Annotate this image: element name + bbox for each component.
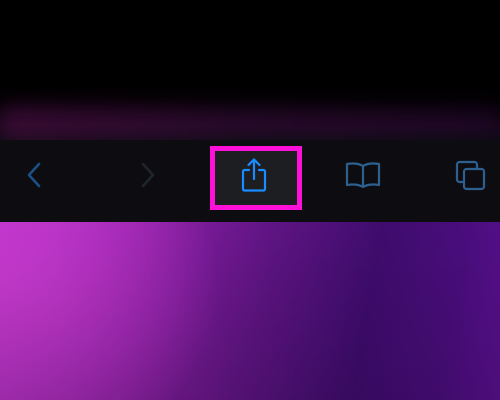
chevron-left-icon: [27, 162, 41, 188]
wallpaper-shade: [0, 222, 500, 400]
top-haze: [0, 104, 500, 144]
tabs-button[interactable]: [441, 150, 500, 200]
forward-button[interactable]: [118, 150, 178, 200]
tabs-icon: [455, 160, 486, 191]
bookmarks-button[interactable]: [333, 150, 393, 200]
share-button[interactable]: [224, 150, 284, 200]
screen: [0, 0, 500, 400]
share-icon: [241, 158, 267, 192]
back-button[interactable]: [4, 150, 64, 200]
book-icon: [345, 162, 381, 189]
chevron-right-icon: [141, 162, 155, 188]
